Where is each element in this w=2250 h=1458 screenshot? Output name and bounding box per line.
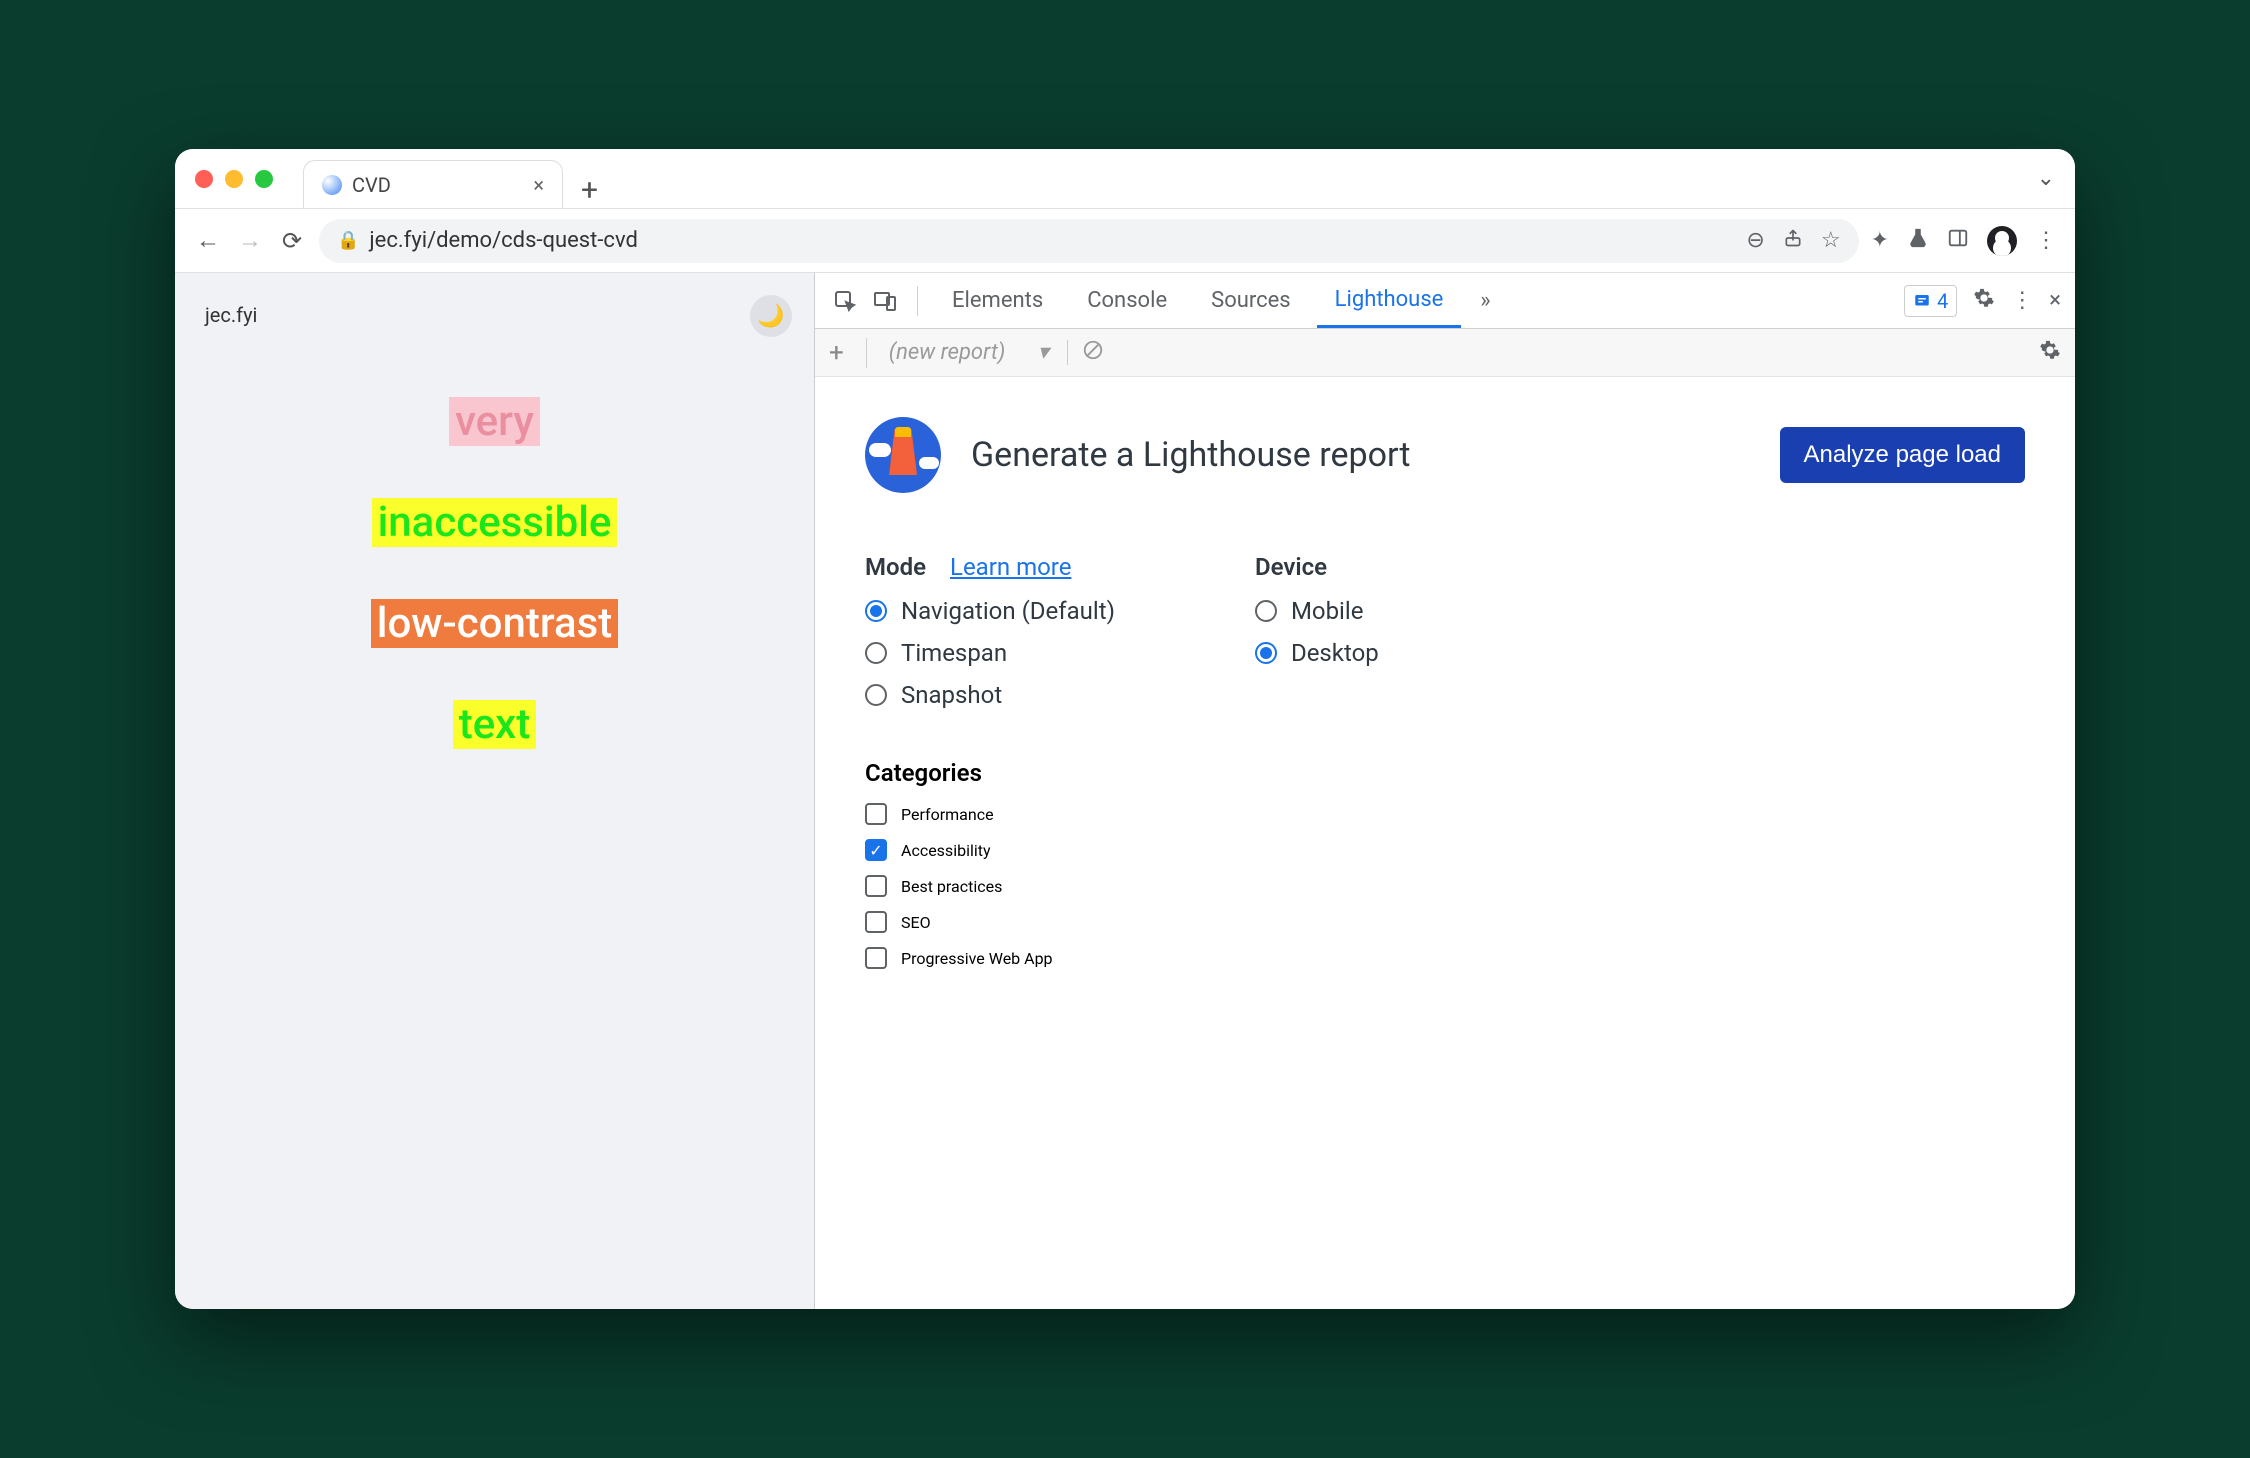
close-window-button[interactable] [195,170,213,188]
browser-toolbar: ← → ⟳ 🔒 jec.fyi/demo/cds-quest-cvd ⊖ ☆ ✦ [175,209,2075,273]
checkbox-icon [865,803,887,825]
inspect-element-icon[interactable] [829,285,861,317]
tab-elements[interactable]: Elements [934,273,1061,328]
lighthouse-logo-icon [865,417,941,493]
device-option-mobile[interactable]: Mobile [1255,597,1379,625]
browser-tab[interactable]: CVD × [303,160,563,208]
tab-sources[interactable]: Sources [1193,273,1309,328]
zoom-icon[interactable]: ⊖ [1746,228,1764,254]
favicon-icon [322,175,342,195]
back-button[interactable]: ← [193,226,223,256]
profile-avatar[interactable] [1987,226,2017,256]
demo-word: text [453,700,537,749]
radio-icon [865,600,887,622]
issues-count: 4 [1937,289,1948,313]
clear-icon[interactable] [1082,339,1104,367]
mode-heading: Mode [865,553,926,581]
new-tab-button[interactable]: + [581,173,598,208]
share-icon[interactable] [1783,228,1803,254]
radio-icon [1255,642,1277,664]
cat-pwa[interactable]: Progressive Web App [865,947,2025,969]
rendered-page: jec.fyi 🌙 very inaccessible low-contrast… [175,273,815,1309]
device-toolbar-icon[interactable] [869,285,901,317]
devtools-tab-bar: Elements Console Sources Lighthouse » 4 … [815,273,2075,329]
radio-icon [865,642,887,664]
categories-column: Categories Performance ✓ Accessibility [865,759,2025,969]
device-heading: Device [1255,553,1327,581]
cat-seo[interactable]: SEO [865,911,2025,933]
labs-icon[interactable] [1907,227,1929,255]
devtools-settings-icon[interactable] [1973,287,1995,315]
mode-option-navigation[interactable]: Navigation (Default) [865,597,1115,625]
tab-title: CVD [352,173,391,197]
toolbar-right: ✦ ⋮ [1871,226,2057,256]
checkbox-icon [865,911,887,933]
devtools-menu-icon[interactable]: ⋮ [2011,288,2033,313]
window-controls [195,170,273,188]
browser-menu-button[interactable]: ⋮ [2035,228,2057,253]
devtools-close-icon[interactable]: × [2049,288,2061,313]
cat-accessibility[interactable]: ✓ Accessibility [865,839,2025,861]
demo-word: inaccessible [372,498,618,547]
lighthouse-body: Generate a Lighthouse report Analyze pag… [815,377,2075,1009]
lighthouse-settings-icon[interactable] [2039,339,2061,367]
side-panel-icon[interactable] [1947,227,1969,255]
mode-option-snapshot[interactable]: Snapshot [865,681,1115,709]
lock-icon: 🔒 [337,230,359,251]
more-tabs-icon[interactable]: » [1469,285,1501,317]
maximize-window-button[interactable] [255,170,273,188]
reload-button[interactable]: ⟳ [277,226,307,256]
lighthouse-subbar: + (new report) ▾ [815,329,2075,377]
analyze-page-load-button[interactable]: Analyze page load [1780,427,2025,483]
radio-icon [1255,600,1277,622]
cat-performance[interactable]: Performance [865,803,2025,825]
report-dropdown[interactable]: (new report) ▾ [889,340,1068,365]
checkbox-icon [865,947,887,969]
device-column: Device Mobile Desktop [1255,553,1379,709]
main-split: jec.fyi 🌙 very inaccessible low-contrast… [175,273,2075,1309]
titlebar: CVD × + ⌄ [175,149,2075,209]
close-tab-button[interactable]: × [533,173,544,197]
bookmark-star-icon[interactable]: ☆ [1821,228,1841,254]
categories-heading: Categories [865,759,2025,787]
extensions-icon[interactable]: ✦ [1871,228,1889,253]
demo-word: low-contrast [371,599,618,648]
demo-word: very [449,397,540,446]
tab-console[interactable]: Console [1069,273,1185,328]
forward-button[interactable]: → [235,226,265,256]
page-site-label: jec.fyi [205,303,784,327]
moon-icon: 🌙 [757,304,784,329]
checkbox-icon [865,875,887,897]
issues-badge[interactable]: 4 [1904,285,1957,317]
dark-mode-toggle[interactable]: 🌙 [750,295,792,337]
tab-lighthouse[interactable]: Lighthouse [1317,273,1462,328]
mode-option-timespan[interactable]: Timespan [865,639,1115,667]
checkbox-icon: ✓ [865,839,887,861]
lighthouse-form: Mode Learn more Navigation (Default) Tim… [865,553,2025,709]
url-text: jec.fyi/demo/cds-quest-cvd [369,228,637,253]
device-option-desktop[interactable]: Desktop [1255,639,1379,667]
add-report-button[interactable]: + [829,338,844,368]
radio-icon [865,684,887,706]
cat-best-practices[interactable]: Best practices [865,875,2025,897]
browser-window: CVD × + ⌄ ← → ⟳ 🔒 jec.fyi/demo/cds-quest… [175,149,2075,1309]
mode-column: Mode Learn more Navigation (Default) Tim… [865,553,1115,709]
chevron-down-icon[interactable]: ⌄ [2037,166,2055,191]
learn-more-link[interactable]: Learn more [950,553,1071,581]
lighthouse-title: Generate a Lighthouse report [971,435,1410,475]
lighthouse-header: Generate a Lighthouse report Analyze pag… [865,417,2025,493]
tab-strip: CVD × + [303,149,598,208]
minimize-window-button[interactable] [225,170,243,188]
omnibox-actions: ⊖ ☆ [1746,228,1840,254]
devtools-panel: Elements Console Sources Lighthouse » 4 … [815,273,2075,1309]
demo-words: very inaccessible low-contrast text [205,397,784,749]
address-bar[interactable]: 🔒 jec.fyi/demo/cds-quest-cvd ⊖ ☆ [319,219,1859,263]
